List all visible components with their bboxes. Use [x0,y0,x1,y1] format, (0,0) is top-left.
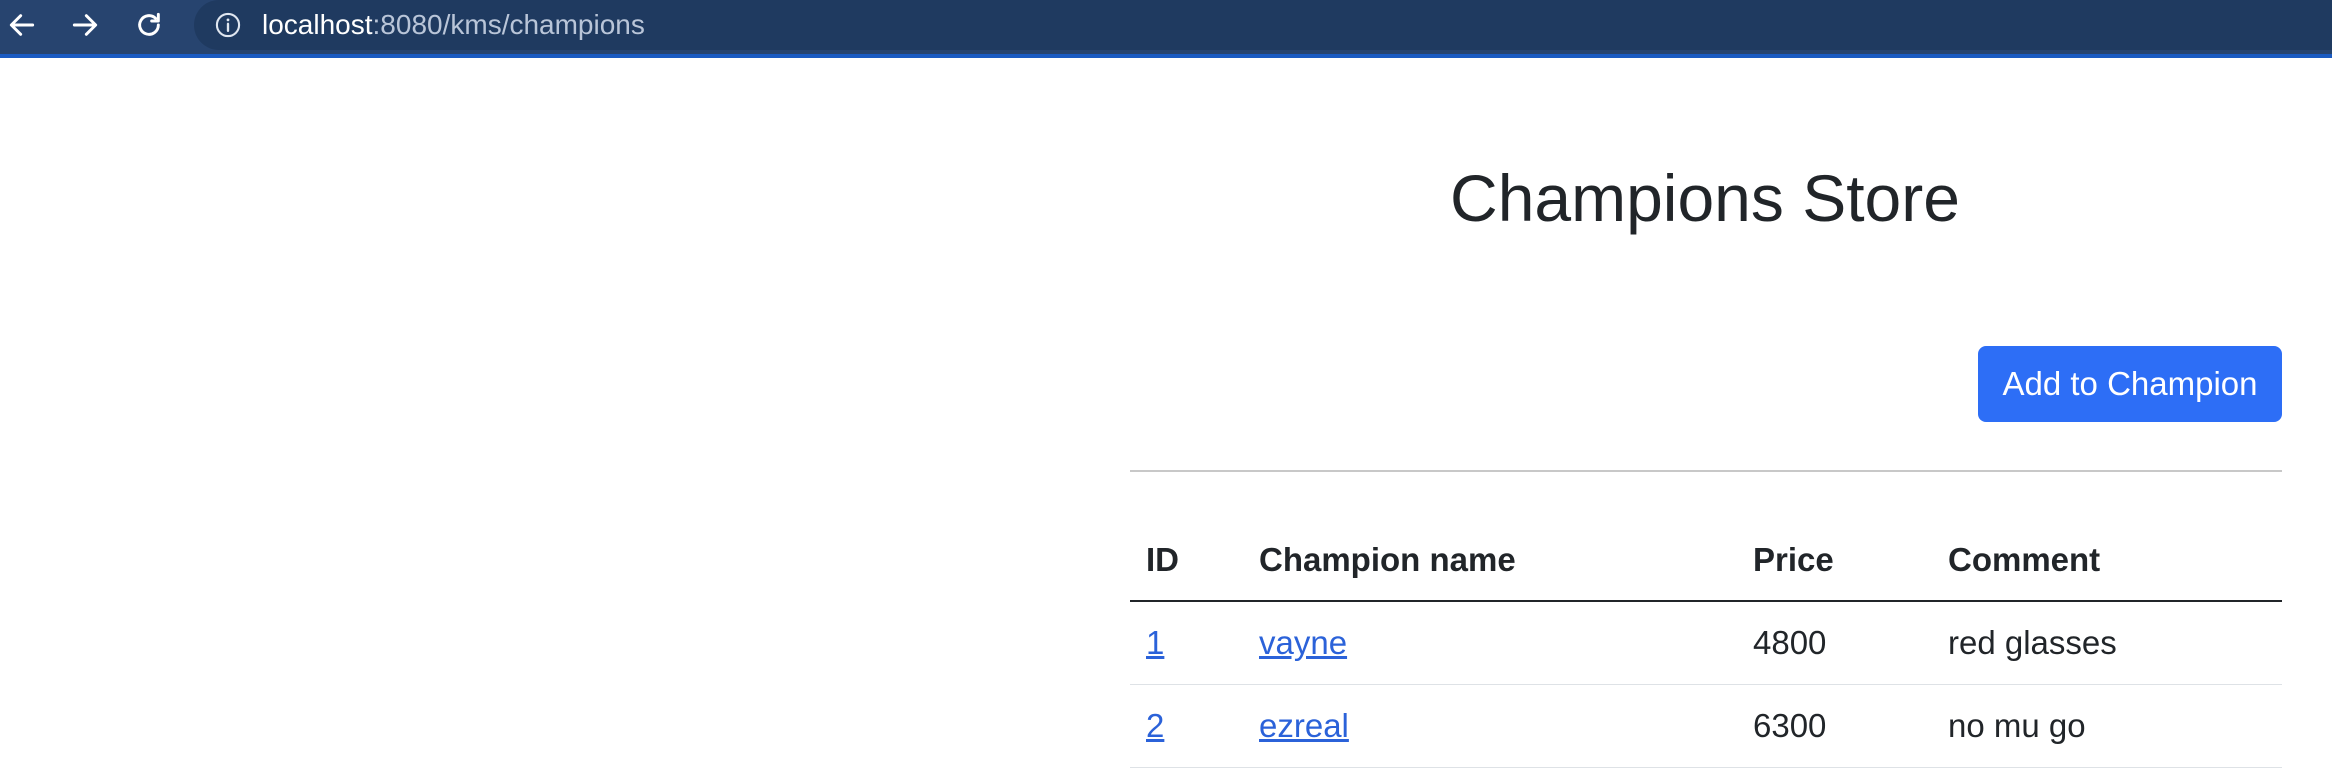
champion-name-link[interactable]: vayne [1259,624,1347,661]
column-header-name: Champion name [1243,520,1737,602]
arrow-right-icon [72,14,98,36]
price-cell: 4800 [1737,601,1932,685]
back-button[interactable] [0,0,47,50]
browser-toolbar: localhost:8080/kms/champions [0,0,2332,58]
table-row: 1 vayne 4800 red glasses [1130,601,2282,685]
url-host: localhost [262,9,373,40]
arrow-left-icon [9,14,35,36]
url-text[interactable]: localhost:8080/kms/champions [262,9,645,41]
champions-table: ID Champion name Price Comment 1 vayne 4… [1130,520,2282,768]
reload-icon [138,12,160,36]
champion-id-link[interactable]: 2 [1146,707,1164,744]
divider [1130,470,2282,472]
champion-id-link[interactable]: 1 [1146,624,1164,661]
table-row: 2 ezreal 6300 no mu go [1130,684,2282,768]
reload-button[interactable] [124,0,174,50]
column-header-comment: Comment [1932,520,2282,602]
column-header-id: ID [1130,520,1243,602]
table-header-row: ID Champion name Price Comment [1130,520,2282,602]
id-cell: 1 [1130,601,1243,685]
address-bar[interactable]: localhost:8080/kms/champions [194,0,2332,50]
forward-button[interactable] [60,0,110,50]
price-cell: 6300 [1737,684,1932,768]
comment-cell: red glasses [1932,601,2282,685]
champion-name-link[interactable]: ezreal [1259,707,1349,744]
id-cell: 2 [1130,684,1243,768]
url-path: :8080/kms/champions [372,9,645,40]
comment-cell: no mu go [1932,684,2282,768]
name-cell: ezreal [1243,684,1737,768]
page-title: Champions Store [1450,161,1960,235]
add-champion-button[interactable]: Add to Champion [1978,346,2282,422]
column-header-price: Price [1737,520,1932,602]
info-icon[interactable] [214,11,242,39]
name-cell: vayne [1243,601,1737,685]
